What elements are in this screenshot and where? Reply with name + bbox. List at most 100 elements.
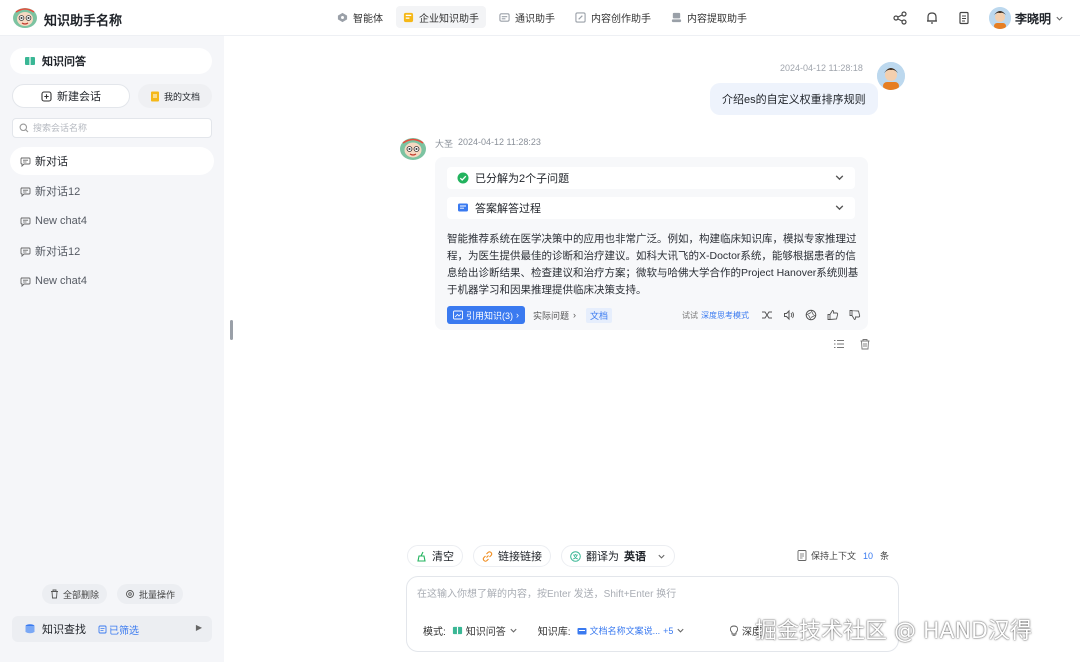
- content-extraction-icon: [671, 12, 682, 22]
- filtered-badge: 已筛选: [98, 622, 139, 637]
- clear-button[interactable]: 清空: [407, 545, 463, 567]
- kb-label: 知识库:: [537, 627, 571, 638]
- cite-knowledge-label: 引用知识(3): [466, 310, 513, 321]
- speaker-icon[interactable]: [783, 309, 795, 321]
- answer-text: 智能推荐系统在医学决策中的应用也非常广泛。例如，构建临床知识库，模拟专家推理过程…: [447, 233, 859, 296]
- new-chat-button[interactable]: 新建会话: [12, 84, 130, 108]
- file-text-icon: [797, 550, 807, 561]
- batch-operation-button[interactable]: 批量操作: [117, 584, 184, 604]
- document-icon[interactable]: [957, 11, 971, 25]
- sidebar-resize-handle[interactable]: [230, 320, 233, 340]
- keep-context-label: 保持上下文: [811, 551, 857, 561]
- kb-value: 文档名称文案说...: [589, 626, 661, 636]
- keep-context-setting[interactable]: 保持上下文 10 条: [797, 549, 889, 562]
- document-tag[interactable]: 文档: [586, 307, 613, 323]
- mode-select[interactable]: 知识问答: [452, 623, 518, 638]
- nav-enterprise-knowledge[interactable]: 企业知识助手: [396, 6, 486, 28]
- link-icon: [482, 550, 493, 562]
- bell-icon[interactable]: [925, 11, 939, 25]
- knowledge-search-bar[interactable]: 知识查找 已筛选 ▶: [12, 616, 212, 642]
- chevron-down-icon: [677, 628, 684, 633]
- conversation-label: New chat4: [35, 215, 87, 227]
- check-circle-icon: [457, 172, 469, 184]
- chat-bubble-icon: [20, 187, 31, 197]
- app-title: 知识助手名称: [44, 13, 123, 28]
- sub-question-step[interactable]: 已分解为2个子问题: [447, 167, 855, 189]
- chevron-down-icon: [1056, 16, 1063, 21]
- user-name: 李晓明: [1014, 11, 1051, 26]
- conversation-label: 新对话: [35, 156, 68, 168]
- trash-icon[interactable]: [859, 338, 871, 350]
- user-message-time: 2024-04-12 11:28:18: [780, 63, 863, 73]
- cite-knowledge-button[interactable]: 引用知识(3) ›: [447, 306, 525, 324]
- top-nav: 智能体 企业知识助手 通识助手 内容创作助手 内容提取助手: [330, 6, 754, 28]
- file-icon: [150, 91, 159, 101]
- user-avatar-icon: [877, 62, 905, 90]
- trash-icon: [51, 589, 58, 599]
- conversation-item[interactable]: 新对话12: [10, 177, 214, 205]
- answer-actions: [761, 309, 861, 321]
- delete-all-button[interactable]: 全部删除: [42, 584, 108, 604]
- chevron-down-icon: [835, 175, 844, 181]
- mode-title-label: 知识问答: [42, 56, 86, 68]
- delete-all-label: 全部删除: [63, 589, 100, 600]
- mode-title[interactable]: 知识问答: [10, 48, 212, 74]
- bot-message-time: 2024-04-12 11:28:23: [458, 137, 541, 147]
- batch-operation-label: 批量操作: [139, 589, 176, 600]
- database-icon: [25, 624, 35, 634]
- conversation-item[interactable]: 新对话12: [10, 237, 214, 265]
- nav-label: 通识助手: [515, 13, 555, 25]
- aperture-icon[interactable]: [805, 309, 817, 321]
- chevron-right-icon: ›: [573, 310, 577, 320]
- knowledge-search-label: 知识查找: [42, 624, 86, 636]
- answer-process-step[interactable]: 答案解答过程: [447, 197, 855, 219]
- link-button[interactable]: 链接链接: [473, 545, 551, 567]
- shuffle-icon[interactable]: [761, 309, 773, 321]
- kb-select[interactable]: 文档名称文案说... +5: [577, 624, 686, 637]
- new-chat-label: 新建会话: [57, 91, 101, 103]
- my-docs-label: 我的文档: [163, 91, 200, 102]
- my-docs-button[interactable]: 我的文档: [138, 84, 212, 108]
- agent-icon: [337, 12, 348, 22]
- user-menu[interactable]: 李晓明: [988, 7, 1064, 29]
- conversation-label: 新对话12: [35, 246, 81, 258]
- search-input[interactable]: [33, 123, 203, 133]
- answer-process-label: 答案解答过程: [475, 203, 541, 215]
- message-input[interactable]: [417, 585, 887, 605]
- share-icon[interactable]: [893, 11, 907, 25]
- filter-icon: [98, 625, 107, 633]
- nav-agent[interactable]: 智能体: [330, 6, 390, 28]
- chat-bubble-icon: [20, 277, 31, 287]
- mode-label: 模式:: [423, 627, 446, 638]
- translate-button[interactable]: 翻译为 英语: [561, 545, 675, 567]
- conversation-label: 新对话12: [35, 186, 81, 198]
- nav-content-extraction[interactable]: 内容提取助手: [664, 6, 754, 28]
- deep-mode-label: 深度思考模式: [701, 310, 749, 320]
- list-check-icon[interactable]: [833, 338, 845, 350]
- nav-label: 内容创作助手: [591, 13, 651, 25]
- general-assistant-icon: [499, 12, 510, 22]
- nav-content-creation[interactable]: 内容创作助手: [568, 6, 658, 28]
- conversation-item[interactable]: New chat4: [10, 207, 214, 235]
- answer-footer: 引用知识(3) › 实际问题 › 文档 试试 深度思考模式: [447, 306, 861, 324]
- thumbs-up-icon[interactable]: [827, 309, 839, 321]
- nav-label: 企业知识助手: [419, 13, 479, 25]
- conversation-item[interactable]: 新对话: [10, 147, 214, 175]
- translate-icon: [570, 550, 581, 562]
- kb-file-chip: 文档名称文案说...: [577, 624, 661, 637]
- clear-label: 清空: [432, 551, 454, 563]
- kb-more-count: +5: [663, 625, 674, 636]
- link-label: 链接链接: [498, 551, 542, 563]
- nav-general-assistant[interactable]: 通识助手: [492, 6, 562, 28]
- translate-label: 翻译为: [586, 551, 619, 563]
- chevron-right-icon: ›: [516, 310, 519, 320]
- conversation-item[interactable]: New chat4: [10, 267, 214, 295]
- actual-question-link[interactable]: 实际问题 ›: [533, 309, 576, 322]
- keep-context-unit: 条: [880, 551, 890, 561]
- broom-icon: [417, 551, 426, 562]
- thumbs-down-icon[interactable]: [849, 309, 861, 321]
- conversation-search[interactable]: [12, 118, 212, 138]
- deep-mode-hint[interactable]: 试试 深度思考模式: [682, 310, 749, 321]
- chat-bubble-icon: [20, 247, 31, 257]
- header-actions: 李晓明: [893, 6, 1064, 30]
